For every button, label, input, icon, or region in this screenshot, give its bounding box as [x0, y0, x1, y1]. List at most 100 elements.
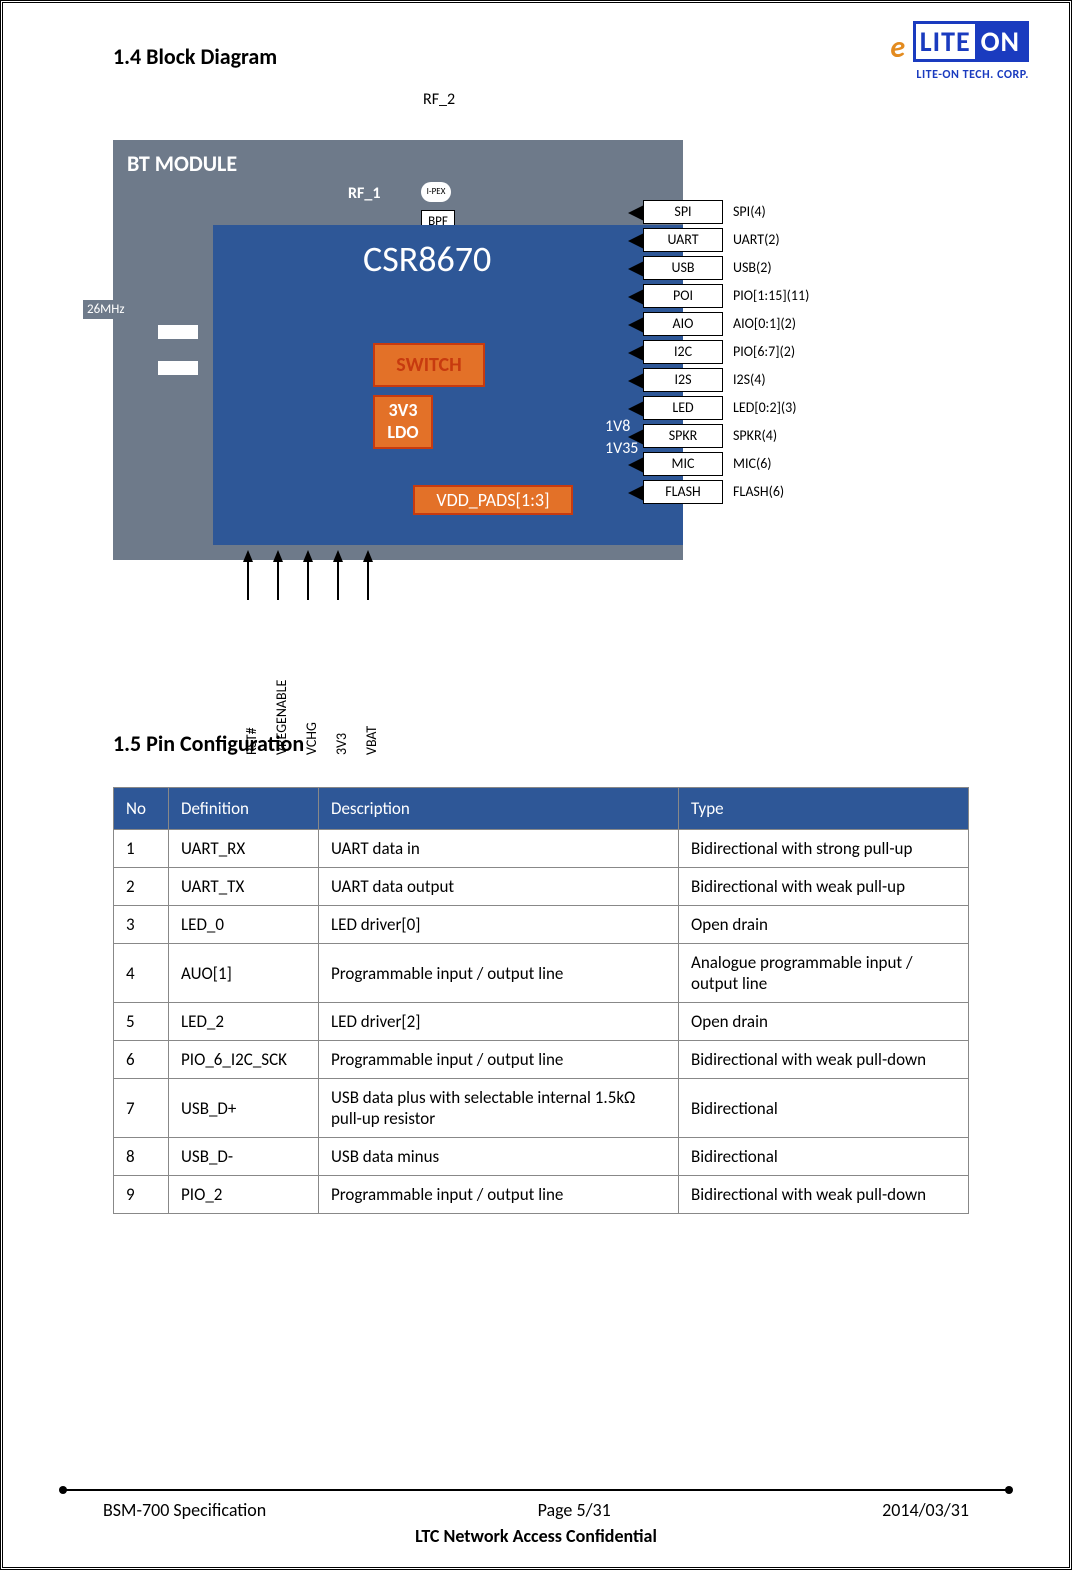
bus-desc-i2s: I2S(4) [733, 371, 766, 388]
label-26mhz: 26MHz [83, 300, 129, 319]
cell-no: 9 [114, 1176, 169, 1214]
bus-usb: USB [643, 256, 723, 280]
bus-desc-flash: FLASH(6) [733, 483, 784, 500]
logo-subtitle: LITE-ON TECH. CORP. [890, 68, 1029, 82]
th-desc: Description [319, 788, 679, 830]
label-1v8-out: 1V8 [605, 417, 630, 436]
cell-desc: LED driver[0] [319, 906, 679, 944]
bus-uart: UART [643, 228, 723, 252]
bus-spi: SPI [643, 200, 723, 224]
th-no: No [114, 788, 169, 830]
cell-type: Open drain [679, 1003, 969, 1041]
cell-no: 7 [114, 1079, 169, 1138]
cell-no: 2 [114, 868, 169, 906]
bus-desc-usb: USB(2) [733, 259, 772, 276]
cell-no: 1 [114, 830, 169, 868]
bus-poi: POI [643, 284, 723, 308]
table-header-row: No Definition Description Type [114, 788, 969, 830]
cell-no: 4 [114, 944, 169, 1003]
footer-left: BSM-700 Specification [103, 1499, 266, 1521]
bus-spkr: SPKR [643, 424, 723, 448]
crystal-icon [148, 325, 198, 375]
cell-type: Analogue programmable input / output lin… [679, 944, 969, 1003]
bus-desc-aio: AIO[0:1](2) [733, 315, 796, 332]
switch-block: SWITCH [373, 343, 485, 387]
cell-type: Bidirectional [679, 1079, 969, 1138]
cell-type: Bidirectional with weak pull-down [679, 1041, 969, 1079]
table-row: 1UART_RXUART data inBidirectional with s… [114, 830, 969, 868]
table-row: 8USB_D-USB data minusBidirectional [114, 1138, 969, 1176]
logo: e LITEON LITE-ON TECH. CORP. [890, 21, 1029, 82]
cell-def: USB_D+ [169, 1079, 319, 1138]
cell-type: Bidirectional with weak pull-down [679, 1176, 969, 1214]
page-footer: BSM-700 Specification Page 5/31 2014/03/… [63, 1489, 1009, 1547]
cell-def: UART_RX [169, 830, 319, 868]
cell-no: 8 [114, 1138, 169, 1176]
cell-def: AUO[1] [169, 944, 319, 1003]
cell-desc: Programmable input / output line [319, 1176, 679, 1214]
pin-3v3: 3V3 [333, 605, 350, 755]
footer-center: Page 5/31 [538, 1499, 611, 1521]
pin-vregenable: VREGENABLE [273, 605, 290, 755]
footer-confidential: LTC Network Access Confidential [63, 1525, 1009, 1547]
cell-def: LED_0 [169, 906, 319, 944]
cell-desc: Programmable input / output line [319, 1041, 679, 1079]
cell-desc: USB data plus with selectable internal 1… [319, 1079, 679, 1138]
block-diagram: RF_2 BT MODULE RF_1 I-PEX BPF VBAT VCHG … [103, 100, 863, 660]
logo-e: e [890, 29, 905, 66]
table-row: 6PIO_6_I2C_SCKProgrammable input / outpu… [114, 1041, 969, 1079]
bus-desc-spkr: SPKR(4) [733, 427, 777, 444]
footer-right: 2014/03/31 [882, 1499, 969, 1521]
chip-csr8670: CSR8670 SWITCH 3V3 LDO VDD_PADS[1:3] 1V8… [213, 225, 683, 545]
bus-desc-mic: MIC(6) [733, 455, 772, 472]
bus-i2c: I2C [643, 340, 723, 364]
cell-no: 5 [114, 1003, 169, 1041]
bus-mic: MIC [643, 452, 723, 476]
cell-def: LED_2 [169, 1003, 319, 1041]
cell-def: PIO_2 [169, 1176, 319, 1214]
ipex-connector: I-PEX [421, 182, 451, 202]
label-rf2: RF_2 [423, 90, 455, 109]
table-row: 2UART_TXUART data outputBidirectional wi… [114, 868, 969, 906]
cell-desc: UART data output [319, 868, 679, 906]
table-row: 4AUO[1]Programmable input / output lineA… [114, 944, 969, 1003]
th-type: Type [679, 788, 969, 830]
cell-no: 6 [114, 1041, 169, 1079]
cell-desc: LED driver[2] [319, 1003, 679, 1041]
pin-config-table: No Definition Description Type 1UART_RXU… [113, 787, 969, 1214]
table-row: 3LED_0LED driver[0]Open drain [114, 906, 969, 944]
th-def: Definition [169, 788, 319, 830]
cell-desc: Programmable input / output line [319, 944, 679, 1003]
heading-pin-config: 1.5 Pin Configuration [113, 730, 969, 757]
table-row: 9PIO_2Programmable input / output lineBi… [114, 1176, 969, 1214]
vddpads-block: VDD_PADS[1:3] [413, 485, 573, 515]
bus-desc-led: LED[0:2](3) [733, 399, 796, 416]
footer-rule [63, 1489, 1009, 1491]
chip-title: CSR8670 [363, 237, 491, 281]
ldo-block: 3V3 LDO [373, 395, 433, 449]
heading-block-diagram: 1.4 Block Diagram [113, 43, 969, 70]
bt-module-title: BT MODULE [127, 150, 237, 177]
bus-desc-spi: SPI(4) [733, 203, 766, 220]
cell-desc: USB data minus [319, 1138, 679, 1176]
cell-type: Bidirectional with weak pull-up [679, 868, 969, 906]
cell-no: 3 [114, 906, 169, 944]
cell-desc: UART data in [319, 830, 679, 868]
table-row: 7USB_D+USB data plus with selectable int… [114, 1079, 969, 1138]
bus-desc-poi: PIO[1:15](11) [733, 287, 809, 304]
logo-main: LITEON [913, 21, 1029, 62]
cell-def: UART_TX [169, 868, 319, 906]
bt-module: BT MODULE RF_1 I-PEX BPF VBAT VCHG 1V8 C… [113, 140, 683, 560]
bus-flash: FLASH [643, 480, 723, 504]
cell-type: Bidirectional with strong pull-up [679, 830, 969, 868]
pin-vbat: VBAT [363, 605, 380, 755]
cell-def: USB_D- [169, 1138, 319, 1176]
bus-i2s: I2S [643, 368, 723, 392]
bus-led: LED [643, 396, 723, 420]
bus-desc-uart: UART(2) [733, 231, 780, 248]
label-rf1: RF_1 [348, 184, 380, 203]
bus-desc-i2c: PIO[6:7](2) [733, 343, 795, 360]
bus-aio: AIO [643, 312, 723, 336]
cell-type: Bidirectional [679, 1138, 969, 1176]
cell-def: PIO_6_I2C_SCK [169, 1041, 319, 1079]
